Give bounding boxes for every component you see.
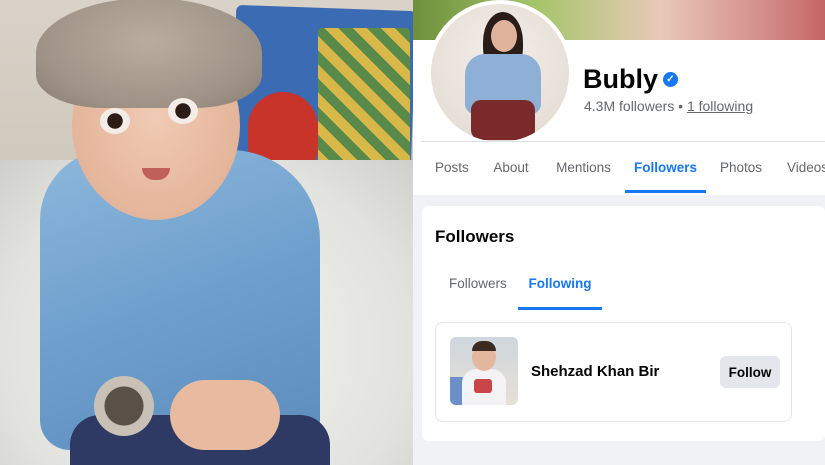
profile-picture[interactable]: [431, 4, 569, 142]
baby-photo: [0, 0, 413, 465]
header-divider: [421, 141, 825, 142]
hands: [170, 380, 280, 450]
left-eye: [100, 108, 130, 134]
tab-mentions[interactable]: Mentions: [555, 150, 612, 194]
wristwatch: [94, 376, 154, 436]
verified-badge-icon: ✓: [663, 72, 678, 87]
avatar-face: [491, 20, 517, 52]
avatar-shirt-print: [474, 379, 492, 393]
tab-posts[interactable]: Posts: [435, 150, 469, 194]
followers-count[interactable]: 4.3M followers: [584, 98, 674, 114]
section-title: Followers: [435, 227, 515, 246]
tab-about[interactable]: About: [492, 150, 530, 194]
tab-videos[interactable]: Videos: [787, 150, 825, 194]
flat-cap: [36, 0, 262, 108]
right-eye: [168, 98, 198, 124]
profile-picture-frame[interactable]: [427, 0, 573, 146]
followers-section: Followers Followers Following Shehzad Kh…: [422, 206, 825, 441]
person-name[interactable]: Shehzad Khan Bir: [531, 363, 659, 380]
profile-stats: 4.3M followers • 1 following: [584, 98, 753, 114]
avatar-skirt: [471, 100, 535, 140]
facebook-profile-panel: Bubly ✓ 4.3M followers • 1 following Pos…: [413, 0, 825, 465]
subtab-following[interactable]: Following: [518, 270, 602, 310]
profile-name[interactable]: Bubly: [583, 64, 658, 95]
following-count-link[interactable]: 1 following: [687, 98, 753, 114]
profile-tabs: Posts About Mentions Followers Photos Vi…: [413, 150, 825, 194]
follow-button[interactable]: Follow: [720, 356, 780, 388]
tab-photos[interactable]: Photos: [720, 150, 762, 194]
person-card: Shehzad Khan Bir Follow: [435, 322, 792, 422]
stats-separator: •: [678, 98, 684, 114]
avatar-hair: [472, 341, 496, 351]
tab-followers[interactable]: Followers: [625, 150, 706, 194]
subtab-followers[interactable]: Followers: [449, 270, 507, 310]
profile-header: Bubly ✓ 4.3M followers • 1 following Pos…: [413, 0, 825, 195]
person-avatar[interactable]: [450, 337, 518, 405]
